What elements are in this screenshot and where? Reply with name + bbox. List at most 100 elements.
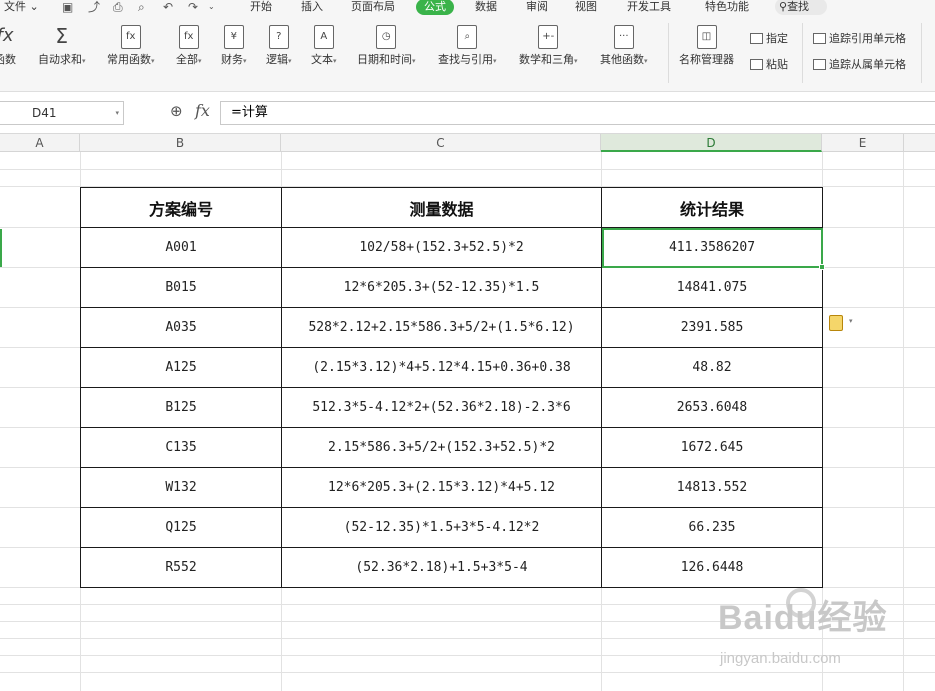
- tab-view[interactable]: 视图: [575, 0, 597, 14]
- math-trig-button[interactable]: +- 数学和三角▾: [519, 25, 578, 68]
- lookup-reference-button[interactable]: ⌕ 查找与引用▾: [438, 25, 497, 68]
- formula-input[interactable]: =计算: [220, 101, 935, 125]
- star-fx-icon: fx: [120, 25, 141, 49]
- plan-id-cell[interactable]: C135: [80, 427, 282, 468]
- measurement-cell[interactable]: (2.15*3.12)*4+5.12*4.15+0.36+0.38: [281, 347, 602, 388]
- column-header-c[interactable]: C: [281, 134, 601, 152]
- measurement-cell[interactable]: 12*6*205.3+(52-12.35)*1.5: [281, 267, 602, 308]
- date-time-label: 日期和时间: [357, 53, 412, 66]
- common-functions-button[interactable]: fx 常用函数▾: [107, 25, 155, 68]
- result-cell[interactable]: 1672.645: [601, 427, 823, 468]
- measurement-cell[interactable]: 2.15*586.3+5/2+(152.3+52.5)*2: [281, 427, 602, 468]
- header-measurement-data[interactable]: 测量数据: [281, 187, 602, 228]
- table-row: Q125 (52-12.35)*1.5+3*5-4.12*2 66.235: [80, 507, 823, 548]
- paste-options-icon[interactable]: [829, 315, 843, 331]
- name-box-dropdown-icon[interactable]: ▾: [115, 102, 119, 124]
- more-functions-label: 其他函数: [600, 53, 644, 66]
- plan-id-cell[interactable]: A001: [80, 227, 282, 268]
- plan-id-cell[interactable]: B015: [80, 267, 282, 308]
- print-icon[interactable]: ⎙: [113, 0, 123, 14]
- trace-precedents-button[interactable]: 追踪引用单元格: [813, 32, 906, 46]
- lookup-reference-label: 查找与引用: [438, 53, 493, 66]
- insert-function-button[interactable]: fx 函数: [0, 25, 16, 66]
- header-plan-id[interactable]: 方案编号: [80, 187, 282, 228]
- insert-function-fx-icon[interactable]: fx: [195, 101, 210, 120]
- result-cell[interactable]: 48.82: [601, 347, 823, 388]
- magnifier-book-icon: ⌕: [457, 25, 478, 49]
- ribbon-toolbar: fx 函数 Σ 自动求和▾ fx 常用函数▾ fx 全部▾ ¥ 财务▾ ? 逻辑…: [0, 15, 935, 92]
- undo-icon[interactable]: ↶: [163, 0, 173, 14]
- column-header-d[interactable]: D: [601, 134, 822, 152]
- autosum-button[interactable]: Σ 自动求和▾: [38, 25, 86, 68]
- tab-data[interactable]: 数据: [475, 0, 497, 14]
- tab-review[interactable]: 审阅: [526, 0, 548, 14]
- result-cell-active[interactable]: 411.3586207: [601, 227, 823, 268]
- result-cell[interactable]: 2653.6048: [601, 387, 823, 428]
- measurement-cell[interactable]: 512.3*5-4.12*2+(52.36*2.18)-2.3*6: [281, 387, 602, 428]
- text-functions-button[interactable]: A 文本▾: [311, 25, 337, 68]
- table-row: W132 12*6*205.3+(2.15*3.12)*4+5.12 14813…: [80, 467, 823, 508]
- tab-page-layout[interactable]: 页面布局: [351, 0, 395, 14]
- plan-id-cell[interactable]: A125: [80, 347, 282, 388]
- measurement-cell[interactable]: (52.36*2.18)+1.5+3*5-4: [281, 547, 602, 588]
- plan-id-cell[interactable]: R552: [80, 547, 282, 588]
- text-functions-label: 文本: [311, 53, 333, 66]
- financial-label: 财务: [221, 53, 243, 66]
- column-header-e[interactable]: E: [822, 134, 904, 152]
- name-box[interactable]: D41 ▾: [0, 101, 124, 125]
- date-time-button[interactable]: ◷ 日期和时间▾: [357, 25, 416, 68]
- paste-options-dropdown-icon[interactable]: ▾: [849, 317, 853, 325]
- paste-name-button[interactable]: 粘贴: [750, 58, 788, 72]
- tab-insert[interactable]: 插入: [301, 0, 323, 14]
- column-header-b[interactable]: B: [80, 134, 281, 152]
- redo-dropdown-icon[interactable]: ⌄: [208, 0, 215, 14]
- save-icon[interactable]: ▣: [62, 0, 73, 14]
- result-cell[interactable]: 14813.552: [601, 467, 823, 508]
- trace-dependents-icon: [813, 59, 826, 70]
- plan-id-cell[interactable]: B125: [80, 387, 282, 428]
- measurement-cell[interactable]: (52-12.35)*1.5+3*5-4.12*2: [281, 507, 602, 548]
- header-statistic-result[interactable]: 统计结果: [601, 187, 823, 228]
- measurement-cell[interactable]: 12*6*205.3+(2.15*3.12)*4+5.12: [281, 467, 602, 508]
- export-icon[interactable]: ⤴: [88, 0, 100, 14]
- result-cell[interactable]: 14841.075: [601, 267, 823, 308]
- plan-id-cell[interactable]: A035: [80, 307, 282, 348]
- plan-id-cell[interactable]: Q125: [80, 507, 282, 548]
- data-table: 方案编号 测量数据 统计结果 A001 102/58+(152.3+52.5)*…: [80, 187, 823, 588]
- result-cell[interactable]: 66.235: [601, 507, 823, 548]
- zoom-icon[interactable]: ⊕: [170, 102, 183, 120]
- redo-icon[interactable]: ↷: [188, 0, 198, 14]
- search-box[interactable]: ⚲查找: [775, 0, 827, 15]
- fill-handle[interactable]: [819, 264, 825, 270]
- trace-dependents-label: 追踪从属单元格: [829, 58, 906, 71]
- table-icon: [750, 33, 763, 44]
- clipboard-icon: [750, 59, 763, 70]
- watermark-url: jingyan.baidu.com: [720, 650, 841, 667]
- tab-developer[interactable]: 开发工具: [627, 0, 671, 14]
- logical-button[interactable]: ? 逻辑▾: [266, 25, 292, 68]
- tab-special-features[interactable]: 特色功能: [705, 0, 749, 14]
- file-menu[interactable]: 文件 ⌄: [4, 0, 39, 14]
- measurement-cell[interactable]: 102/58+(152.3+52.5)*2: [281, 227, 602, 268]
- more-functions-button[interactable]: ··· 其他函数▾: [600, 25, 648, 68]
- watermark-brand: Baidu经验: [718, 599, 888, 637]
- plan-id-cell[interactable]: W132: [80, 467, 282, 508]
- table-row: A001 102/58+(152.3+52.5)*2 411.3586207: [80, 227, 823, 268]
- specify-name-button[interactable]: 指定: [750, 32, 788, 46]
- measurement-cell[interactable]: 528*2.12+2.15*586.3+5/2+(1.5*6.12): [281, 307, 602, 348]
- tab-home[interactable]: 开始: [250, 0, 272, 14]
- result-cell[interactable]: 126.6448: [601, 547, 823, 588]
- print-preview-icon[interactable]: ⌕: [138, 0, 145, 14]
- financial-button[interactable]: ¥ 财务▾: [221, 25, 247, 68]
- clock-book-icon: ◷: [376, 25, 397, 49]
- tab-formula[interactable]: 公式: [416, 0, 454, 15]
- all-functions-button[interactable]: fx 全部▾: [176, 25, 202, 68]
- column-header-a[interactable]: A: [0, 134, 80, 152]
- table-row: A035 528*2.12+2.15*586.3+5/2+(1.5*6.12) …: [80, 307, 823, 348]
- ribbon-divider: [668, 23, 669, 83]
- name-manager-button[interactable]: ◫ 名称管理器: [679, 25, 734, 66]
- text-book-icon: A: [313, 25, 334, 49]
- trace-dependents-button[interactable]: 追踪从属单元格: [813, 58, 906, 72]
- search-label: 查找: [787, 0, 810, 13]
- result-cell[interactable]: 2391.585: [601, 307, 823, 348]
